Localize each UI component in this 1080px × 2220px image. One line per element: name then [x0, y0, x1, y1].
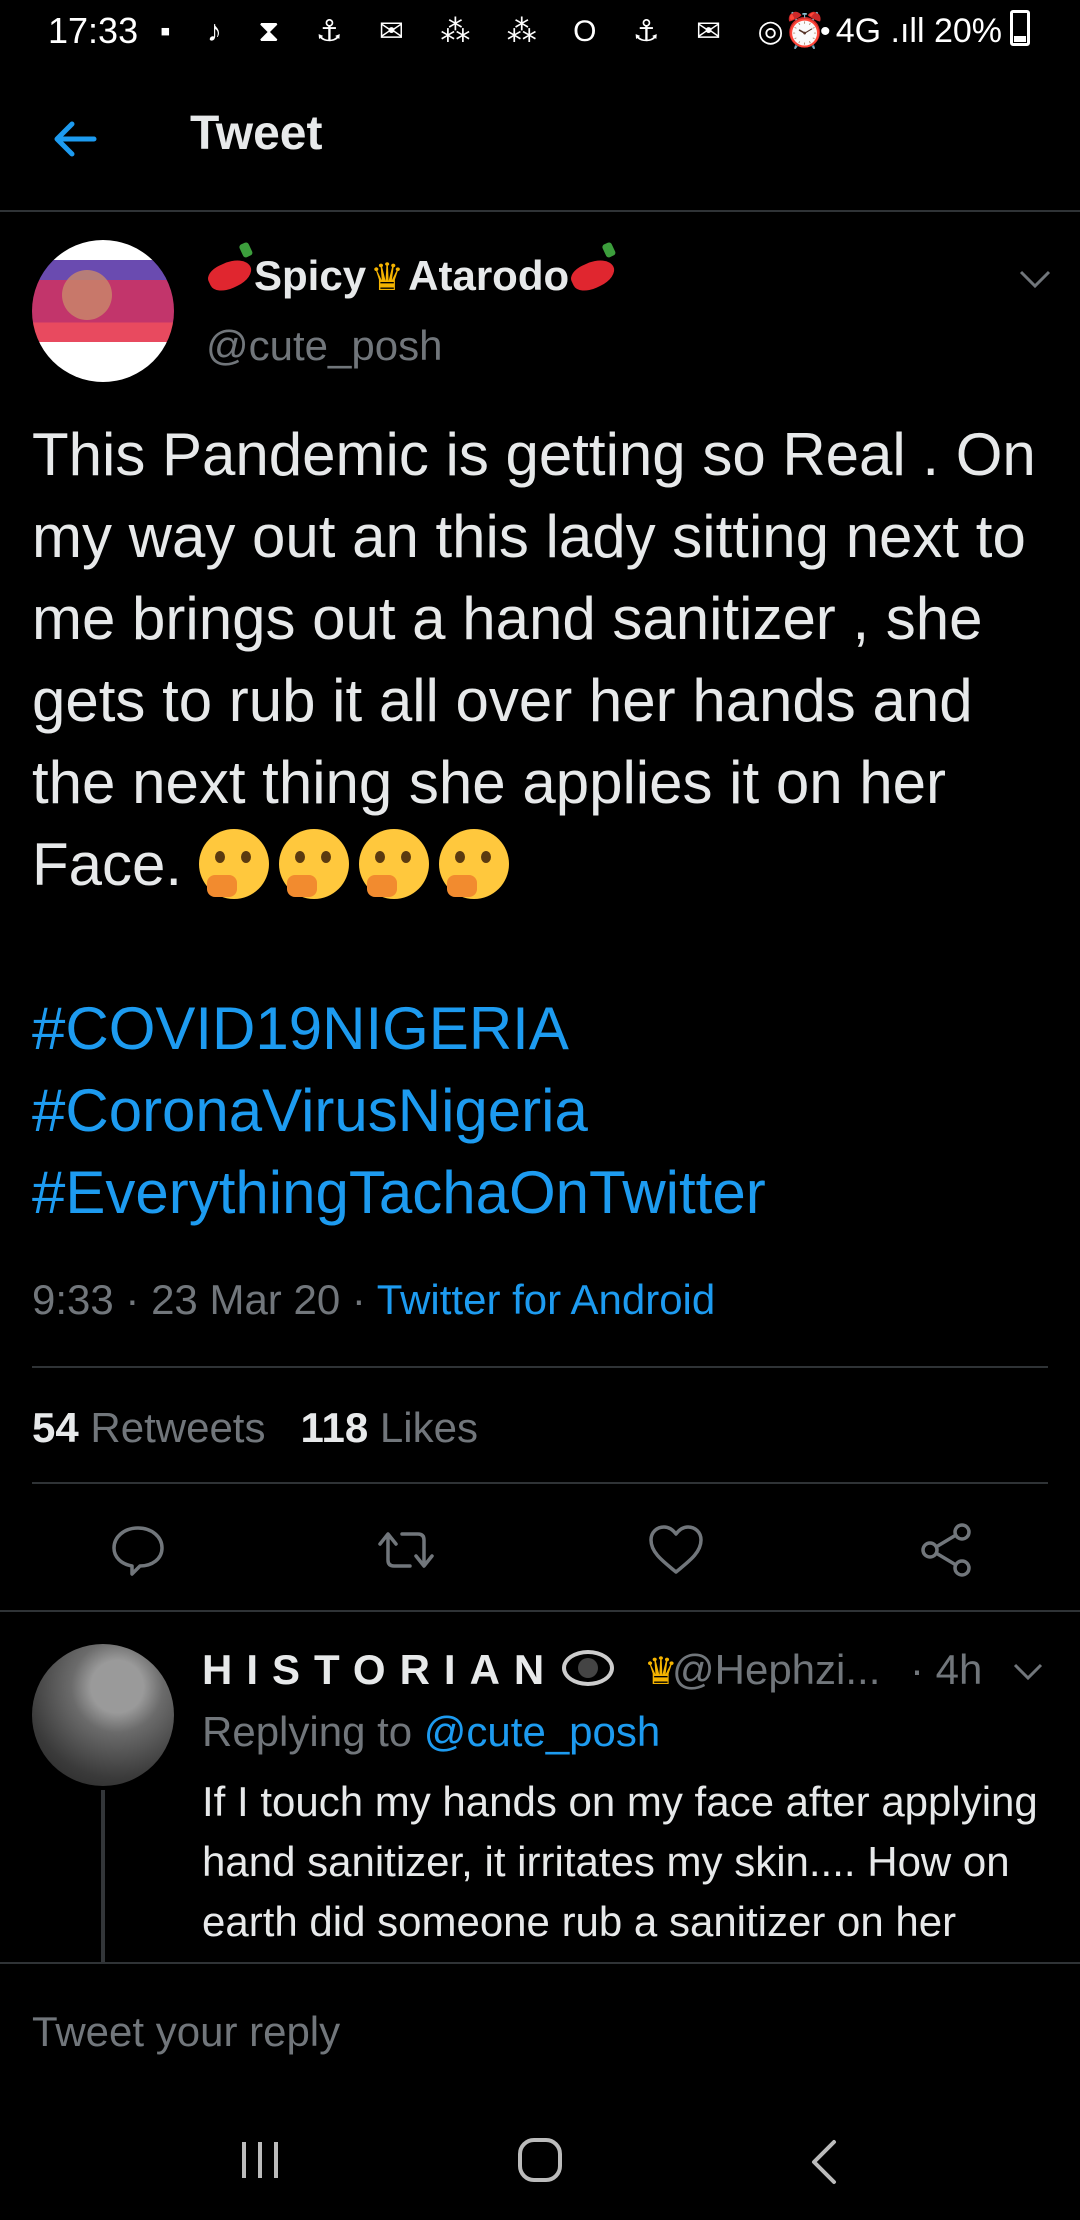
- tweet-body: This Pandemic is getting so Real . On my…: [32, 421, 1036, 898]
- author-handle[interactable]: @cute_posh: [206, 322, 442, 370]
- thinking-face-icon: [438, 829, 509, 899]
- author-display-name[interactable]: Spicy ♛Atarodo: [204, 252, 619, 300]
- hashtag-list: #COVID19NIGERIA #CoronaVirusNigeria #Eve…: [32, 988, 1062, 1234]
- notification-icons: ▪ ♪ ⧗ ⚓ ✉ ⁂ ⁂ O ⚓ ✉ ◎ •: [160, 15, 845, 48]
- author-avatar[interactable]: [32, 240, 174, 382]
- likes-label: Likes: [379, 1404, 478, 1451]
- likes-count: 118: [300, 1404, 369, 1451]
- replying-to: Replying to @cute_posh: [202, 1708, 660, 1756]
- retweets-label: Retweets: [90, 1404, 266, 1451]
- reply-avatar[interactable]: [32, 1644, 174, 1786]
- thinking-face-icon: [278, 829, 349, 899]
- page-title: Tweet: [190, 107, 323, 160]
- hashtag-link[interactable]: #COVID19NIGERIA: [32, 995, 569, 1062]
- hashtag-link[interactable]: #EverythingTachaOnTwitter: [32, 1159, 766, 1226]
- reply-icon[interactable]: [108, 1520, 168, 1580]
- display-name-part-2: Atarodo: [408, 252, 570, 299]
- battery-icon: [1010, 10, 1030, 46]
- reply-time: · 4h: [910, 1646, 983, 1693]
- crown-icon: ♛: [370, 257, 405, 299]
- heart-icon[interactable]: [646, 1520, 706, 1580]
- likes-stat[interactable]: 118 Likes: [300, 1404, 478, 1451]
- chevron-down-icon[interactable]: [1018, 268, 1052, 290]
- chili-pepper-icon: [567, 253, 619, 297]
- replying-to-label: Replying to: [202, 1708, 413, 1755]
- divider: [32, 1366, 1048, 1368]
- system-navigation-bar: [0, 2078, 1080, 2220]
- eye-icon: [562, 1650, 615, 1686]
- retweet-icon[interactable]: [376, 1520, 436, 1580]
- divider: [32, 1482, 1048, 1484]
- thread-line: [101, 1790, 105, 1966]
- hashtag-link[interactable]: #CoronaVirusNigeria: [32, 1077, 588, 1144]
- reply-composer[interactable]: Tweet your reply: [0, 1962, 1080, 2080]
- tweet-source-link[interactable]: Twitter for Android: [377, 1276, 715, 1323]
- reply-handle[interactable]: @Hephzi...: [672, 1646, 880, 1694]
- top-app-bar: Tweet: [0, 66, 1080, 212]
- status-bar: 17:33 ▪ ♪ ⧗ ⚓ ✉ ⁂ ⁂ O ⚓ ✉ ◎ • ⏰ 4G .ıll …: [0, 0, 1080, 66]
- thinking-face-icon: [358, 829, 429, 899]
- chili-pepper-icon: [204, 253, 256, 297]
- display-name-part-1: Spicy: [254, 252, 367, 299]
- reply-display-name[interactable]: HISTORIAN ♛: [202, 1646, 696, 1694]
- reply-input-placeholder[interactable]: Tweet your reply: [32, 2008, 340, 2056]
- mention-link[interactable]: @cute_posh: [424, 1708, 660, 1755]
- back-arrow-icon[interactable]: [50, 114, 100, 164]
- status-indicators: ⏰ 4G .ıll 20%: [783, 12, 1002, 50]
- system-back-icon[interactable]: [808, 2138, 838, 2186]
- tweet-date: 23 Mar 20: [151, 1276, 341, 1323]
- status-time: 17:33: [48, 10, 139, 51]
- reply-name-text: HISTORIAN: [202, 1646, 559, 1693]
- tweet-text: This Pandemic is getting so Real . On my…: [32, 414, 1062, 1234]
- status-right: ⏰ 4G .ıll 20%: [784, 10, 1030, 51]
- retweets-count: 54: [32, 1404, 79, 1451]
- engagement-stats: 54 Retweets 118 Likes: [32, 1404, 478, 1452]
- home-icon[interactable]: [516, 2136, 564, 2184]
- share-icon[interactable]: [916, 1520, 976, 1580]
- chevron-down-icon[interactable]: [1012, 1662, 1044, 1682]
- thinking-face-icon: [198, 829, 269, 899]
- recent-apps-icon[interactable]: [238, 2140, 282, 2180]
- retweets-stat[interactable]: 54 Retweets: [32, 1404, 265, 1451]
- tweet-meta: 9:33 · 23 Mar 20 · Twitter for Android: [32, 1276, 716, 1323]
- reply-text: If I touch my hands on my face after app…: [202, 1778, 1038, 1962]
- divider: [0, 1610, 1080, 1612]
- tweet-time: 9:33: [32, 1276, 114, 1323]
